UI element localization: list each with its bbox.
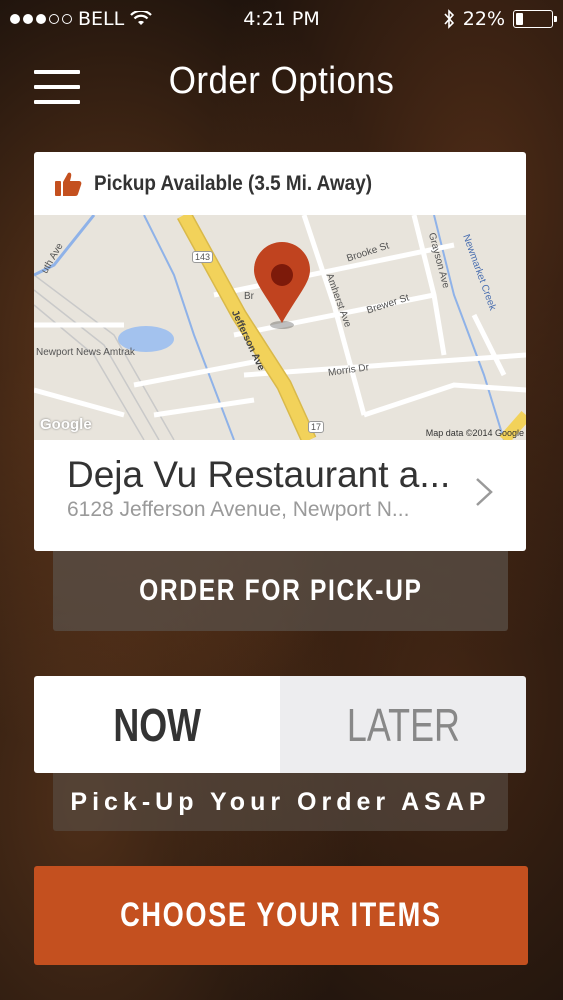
pickup-availability: Pickup Available (3.5 Mi. Away)	[34, 152, 526, 215]
header: Order Options	[0, 50, 563, 122]
choose-items-button[interactable]: CHOOSE YOUR ITEMS	[34, 866, 528, 965]
page-title: Order Options	[168, 60, 395, 102]
now-button[interactable]: NOW	[34, 676, 280, 773]
map-label-amtrak: Newport News Amtrak	[36, 347, 135, 358]
later-label: LATER	[346, 698, 460, 751]
map-label-br: Br	[244, 291, 254, 302]
bluetooth-icon	[444, 9, 454, 29]
order-type-label: ORDER FOR PICK-UP	[53, 551, 508, 631]
battery-icon	[513, 10, 557, 28]
restaurant-name: Deja Vu Restaurant a...	[67, 454, 451, 495]
thumbs-up-icon	[55, 172, 82, 196]
pickup-availability-text: Pickup Available (3.5 Mi. Away)	[94, 171, 373, 195]
battery-level	[516, 13, 524, 25]
status-right: 22%	[443, 8, 557, 30]
timing-subtitle: Pick-Up Your Order ASAP	[53, 773, 508, 831]
wifi-icon	[130, 11, 153, 25]
route-shield-143: 143	[192, 251, 214, 263]
battery-percent: 22%	[462, 8, 505, 30]
restaurant-address: 6128 Jefferson Avenue, Newport N...	[67, 498, 410, 521]
carrier-name: BELL	[78, 8, 125, 30]
location-card: Pickup Available (3.5 Mi. Away) uth Ave …	[34, 152, 526, 551]
restaurant-info[interactable]: Deja Vu Restaurant a... 6128 Jefferson A…	[34, 440, 526, 551]
status-left: BELL	[10, 8, 153, 30]
route-shield-17: 17	[308, 421, 325, 433]
map-attribution: Map data ©2014 Google	[425, 428, 524, 438]
status-bar: BELL 4:21 PM 22%	[0, 0, 563, 38]
order-type-text: ORDER FOR PICK-UP	[138, 574, 423, 607]
map-canvas	[34, 215, 526, 440]
chevron-right-icon[interactable]	[474, 476, 494, 508]
later-button[interactable]: LATER	[280, 676, 526, 773]
google-logo: Google	[40, 416, 92, 433]
signal-strength-icon	[10, 14, 72, 24]
now-label: NOW	[113, 698, 201, 751]
location-map[interactable]: uth Ave Br Brooke St Brewer St Morris Dr…	[34, 215, 526, 440]
timing-toggle: NOW LATER	[34, 676, 526, 773]
choose-items-label: CHOOSE YOUR ITEMS	[120, 896, 442, 934]
